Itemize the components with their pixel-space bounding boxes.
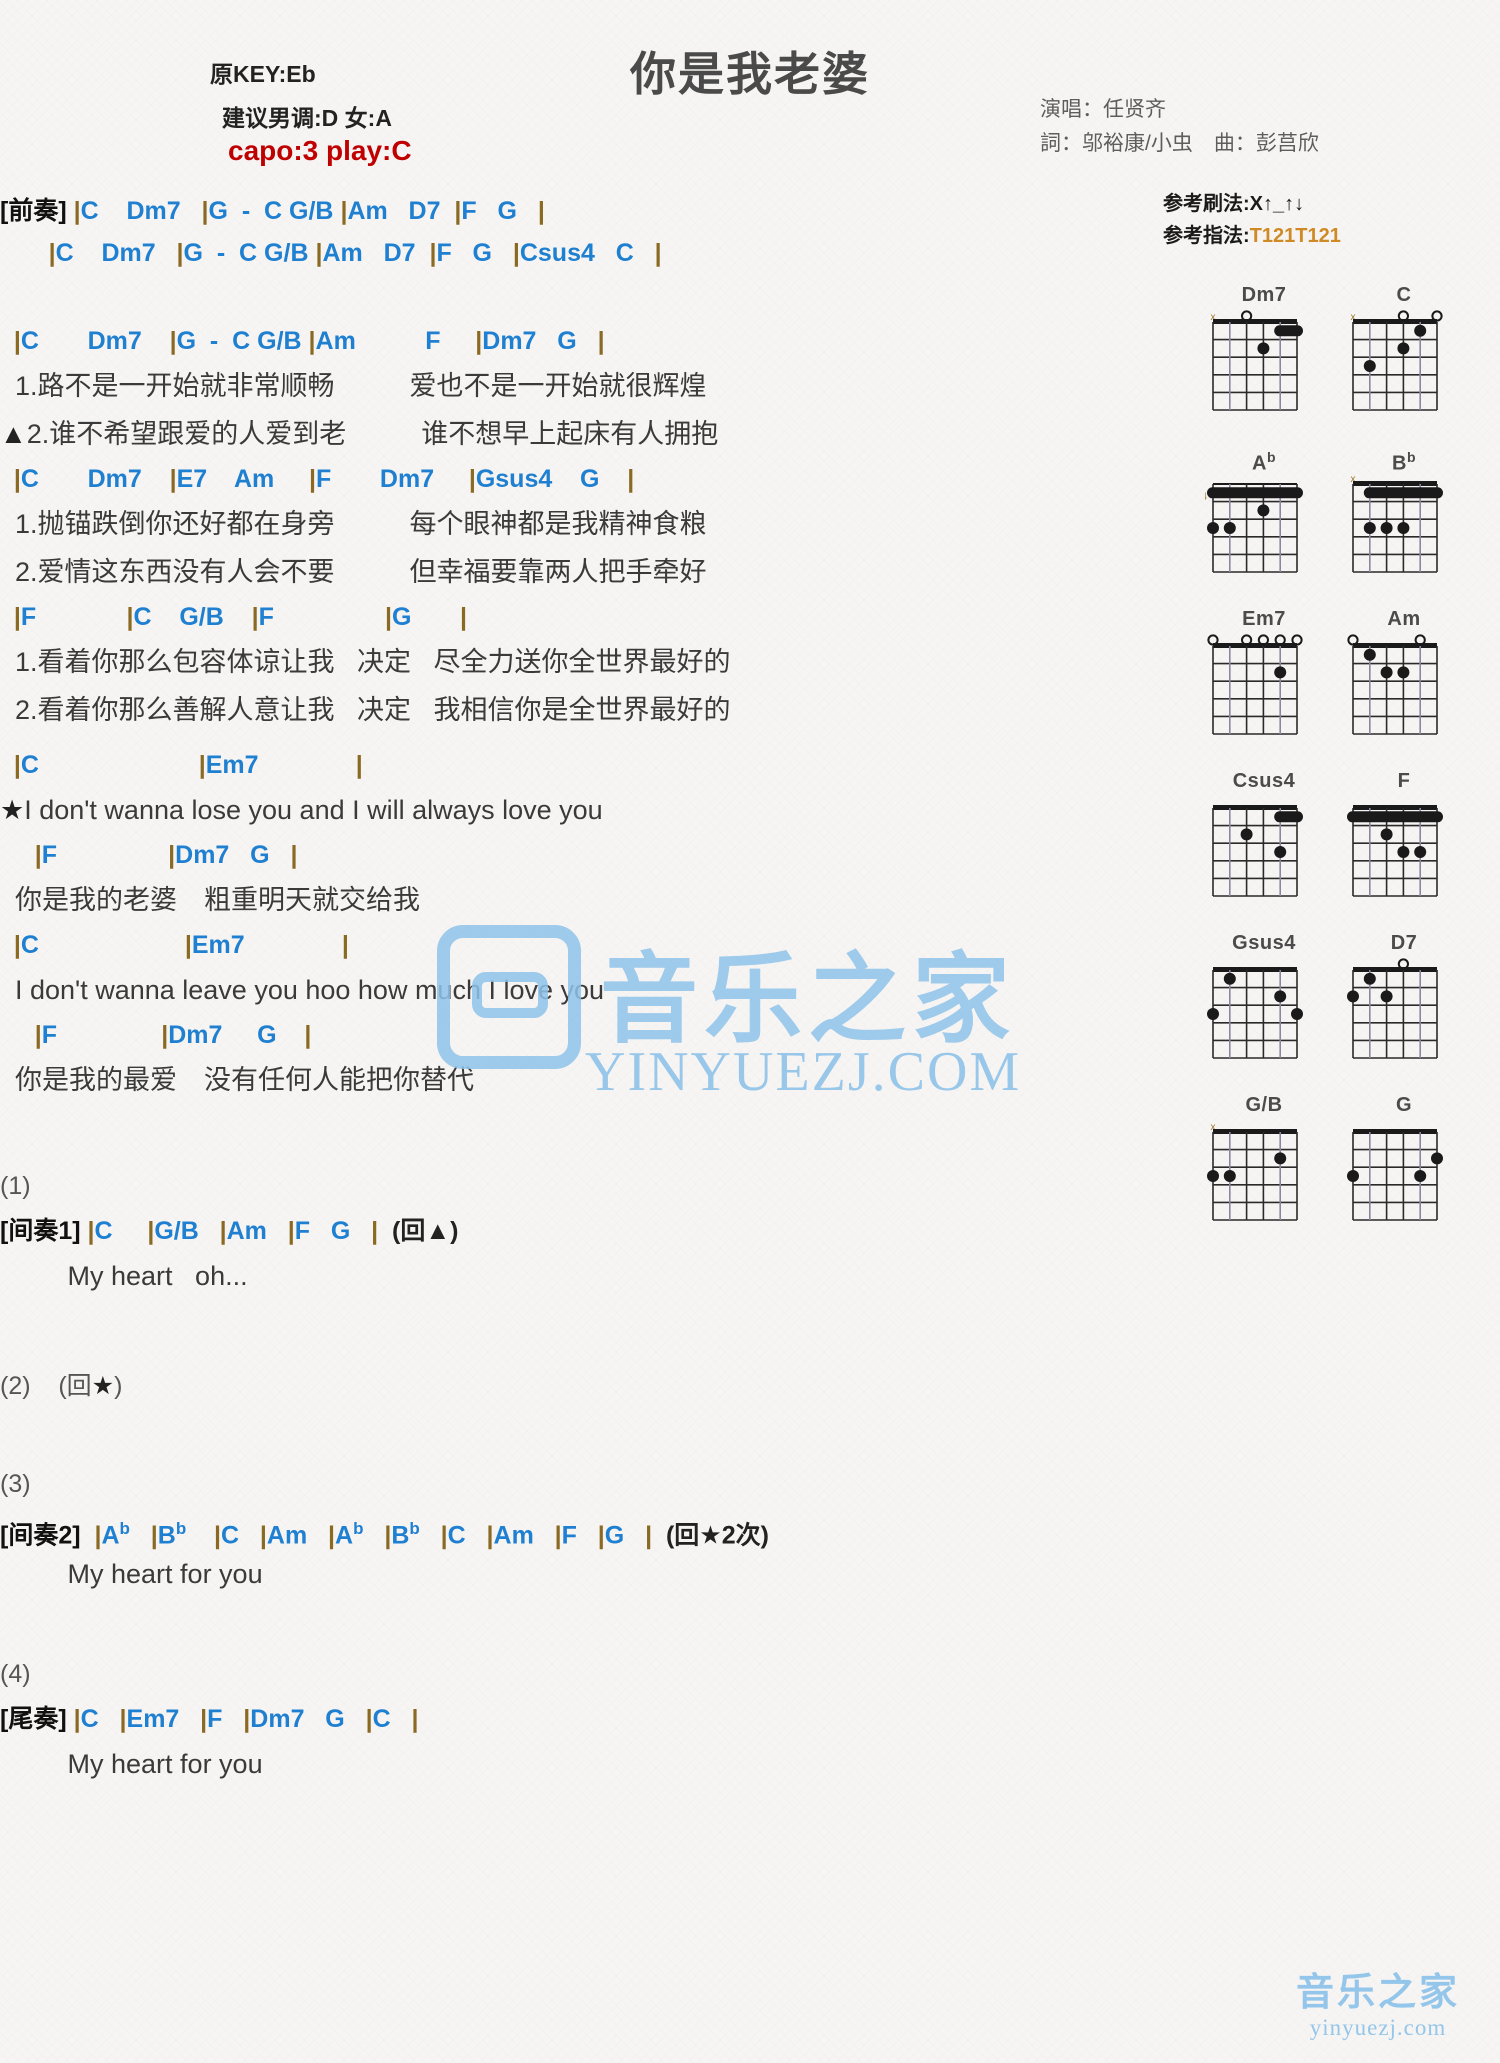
lyric-line: 1.看着你那么包容体谅让我 决定 尽全力送你全世界最好的 bbox=[0, 647, 731, 677]
chord-diagram-F: F bbox=[1345, 768, 1463, 918]
lyric-line: 你是我的老婆 粗重明天就交给我 bbox=[0, 885, 421, 915]
chord-line: |C Dm7 |G - C G/B |Am D7 |F G |Csus4 C | bbox=[48, 239, 662, 267]
chord-line: |C |Em7 | bbox=[13, 751, 363, 779]
lyric-line: ▲2.谁不希望跟爱的人爱到老 谁不想早上起床有人拥抱 bbox=[0, 419, 719, 449]
chord-diagram-label: G bbox=[1395, 1094, 1413, 1116]
marker-line: (1) bbox=[0, 1172, 31, 1200]
chord-diagram-label: D7 bbox=[1390, 932, 1418, 954]
fretboard-icon bbox=[1345, 956, 1463, 1080]
chord-diagram-Dm7: Dm7 x bbox=[1205, 282, 1323, 432]
chord-diagram-grid: Dm7xCxAb4BbxEm7AmCsus4FGsus4D7G/BxG bbox=[1205, 282, 1485, 1254]
svg-text:4: 4 bbox=[1205, 491, 1207, 503]
lyric-line: 你是我的最爱 没有任何人能把你替代 bbox=[0, 1065, 475, 1095]
section-interlude1: (1) [间奏1] |C |G/B |Am |F G | (回▲) My hear… bbox=[0, 1162, 1180, 1300]
section-interlude2: (3) [间奏2] |Ab |Bb |C |Am |Ab |Bb |C |Am |… bbox=[0, 1460, 1180, 1598]
singer-line: 演唱：任贤齐 bbox=[1040, 98, 1166, 121]
fretboard-icon bbox=[1205, 794, 1323, 918]
chord-diagram-Csus4: Csus4 bbox=[1205, 768, 1323, 918]
chord-sheet-page: 原KEY:Eb 建议男调:D 女:A capo:3 play:C 你是我老婆 演… bbox=[0, 0, 1500, 2063]
watermark-corner-en: yinyuezj.com bbox=[1309, 2015, 1447, 2040]
chord-line: [尾奏] |C |Em7 |F |Dm7 G |C | bbox=[0, 1705, 419, 1733]
chord-diagram-row: G/B x G bbox=[1205, 1092, 1485, 1242]
chord-diagram-row: Ab 4 Bbx bbox=[1205, 444, 1485, 594]
chord-line: |C |Em7 | bbox=[13, 931, 349, 959]
lyric-line: My heart for you bbox=[0, 1749, 263, 1779]
chord-diagram-Am: Am bbox=[1345, 606, 1463, 756]
chord-diagram-label: C bbox=[1396, 284, 1412, 306]
strum-pattern-line: 参考刷法:X↑_↑↓ bbox=[1163, 188, 1341, 220]
fretboard-icon bbox=[1345, 794, 1463, 918]
marker-line: (3) bbox=[0, 1470, 31, 1498]
chord-diagram-label: Dm7 bbox=[1241, 284, 1287, 306]
section-outro: (4) [尾奏] |C |Em7 |F |Dm7 G |C | My heart … bbox=[0, 1650, 1180, 1788]
chord-diagram-Gsus4: Gsus4 bbox=[1205, 930, 1323, 1080]
chord-diagram-row: Dm7 x Cx bbox=[1205, 282, 1485, 432]
watermark-corner-cn: 音乐之家 bbox=[1295, 1972, 1460, 2014]
chord-line: [间奏1] |C |G/B |Am |F G | (回▲) bbox=[0, 1217, 459, 1245]
fingering-pattern-line: 参考指法:T121T121 bbox=[1163, 220, 1341, 252]
lyric-line: My heart oh... bbox=[0, 1261, 248, 1291]
lyric-line: 2.爱情这东西没有人会不要 但幸福要靠两人把手牵好 bbox=[0, 557, 707, 587]
fretboard-icon: 4 bbox=[1205, 470, 1323, 594]
chord-diagram-label: Bb bbox=[1391, 449, 1416, 475]
chord-diagram-label: Gsus4 bbox=[1232, 932, 1296, 954]
sheet-body: [前奏] |C Dm7 |G - C G/B |Am D7 |F G | |C … bbox=[0, 190, 1180, 1812]
strum-arrows: ↑_↑↓ bbox=[1263, 193, 1305, 215]
chord-line: |F |Dm7 G | bbox=[34, 841, 298, 869]
chord-line: |F |Dm7 G | bbox=[34, 1021, 312, 1049]
chord-diagram-G: G bbox=[1345, 1092, 1463, 1242]
chord-diagram-label: Am bbox=[1387, 608, 1421, 630]
section-verse1: |C Dm7 |G - C G/B |Am F |Dm7 G | 1.路不是一开… bbox=[0, 320, 1180, 734]
fretboard-icon bbox=[1205, 632, 1323, 756]
fretboard-icon: x bbox=[1205, 308, 1323, 432]
chord-line: [前奏] |C Dm7 |G - C G/B |Am D7 |F G | bbox=[0, 197, 545, 225]
section-chorus: |C |Em7 | ★I don't wanna lose you and I w… bbox=[0, 744, 1180, 1104]
chord-diagram-Bb: Bb x bbox=[1345, 444, 1463, 594]
chord-diagram-label: Csus4 bbox=[1232, 770, 1296, 792]
chord-line: |F |C G/B |F |G | bbox=[13, 603, 468, 631]
chord-diagram-row: Csus4 F bbox=[1205, 768, 1485, 918]
chord-diagram-row: Gsus4 D7 bbox=[1205, 930, 1485, 1080]
fretboard-icon: x bbox=[1345, 308, 1463, 432]
chord-diagram-row: Em7 Am bbox=[1205, 606, 1485, 756]
fretboard-icon: x bbox=[1205, 1118, 1323, 1242]
chord-diagram-Em7: Em7 bbox=[1205, 606, 1323, 756]
marker-line: (4) bbox=[0, 1660, 31, 1688]
writer-line: 詞：邬裕康/小虫 曲：彭莒欣 bbox=[1040, 132, 1319, 155]
fretboard-icon bbox=[1205, 956, 1323, 1080]
fretboard-icon bbox=[1345, 1118, 1463, 1242]
chord-line: [间奏2] |Ab |Bb |C |Am |Ab |Bb |C |Am |F |… bbox=[0, 1519, 769, 1550]
fretboard-icon: x bbox=[1345, 470, 1463, 594]
chord-line: |C Dm7 |G - C G/B |Am F |Dm7 G | bbox=[13, 327, 605, 355]
lyric-line: I don't wanna leave you hoo how much I l… bbox=[0, 975, 605, 1005]
chord-diagram-label: F bbox=[1397, 770, 1411, 792]
lyric-line: ★I don't wanna lose you and I will alway… bbox=[0, 795, 603, 825]
chord-diagram-label: Em7 bbox=[1242, 608, 1286, 630]
chord-diagram-D7: D7 bbox=[1345, 930, 1463, 1080]
chord-diagram-label: G/B bbox=[1245, 1094, 1283, 1116]
lyric-line: 2.看着你那么善解人意让我 决定 我相信你是全世界最好的 bbox=[0, 695, 731, 725]
fingering-pattern: T121T121 bbox=[1249, 225, 1341, 247]
lyric-line: 1.路不是一开始就非常顺畅 爱也不是一开始就很辉煌 bbox=[0, 371, 707, 401]
strum-info-block: 参考刷法:X↑_↑↓ 参考指法:T121T121 bbox=[1163, 188, 1341, 252]
section-repeat2: (2) (回★) bbox=[0, 1362, 1180, 1410]
credits-block: 演唱：任贤齐 詞：邬裕康/小虫 曲：彭莒欣 bbox=[1040, 93, 1319, 161]
marker-line: (2) (回★) bbox=[0, 1372, 123, 1400]
chord-diagram-G-B: G/B x bbox=[1205, 1092, 1323, 1242]
chord-line: |C Dm7 |E7 Am |F Dm7 |Gsus4 G | bbox=[13, 465, 635, 493]
lyric-line: 1.抛锚跌倒你还好都在身旁 每个眼神都是我精神食粮 bbox=[0, 509, 707, 539]
chord-diagram-Ab: Ab 4 bbox=[1205, 444, 1323, 594]
lyric-line: My heart for you bbox=[0, 1559, 263, 1589]
section-[前奏]: [前奏] |C Dm7 |G - C G/B |Am D7 |F G | |C … bbox=[0, 190, 1180, 274]
chord-diagram-label: Ab bbox=[1251, 449, 1276, 475]
chord-diagram-C: Cx bbox=[1345, 282, 1463, 432]
capo-info: capo:3 play:C bbox=[228, 135, 412, 166]
fretboard-icon bbox=[1345, 632, 1463, 756]
watermark-corner: 音乐之家 yinyuezj.com bbox=[1296, 1971, 1460, 2041]
